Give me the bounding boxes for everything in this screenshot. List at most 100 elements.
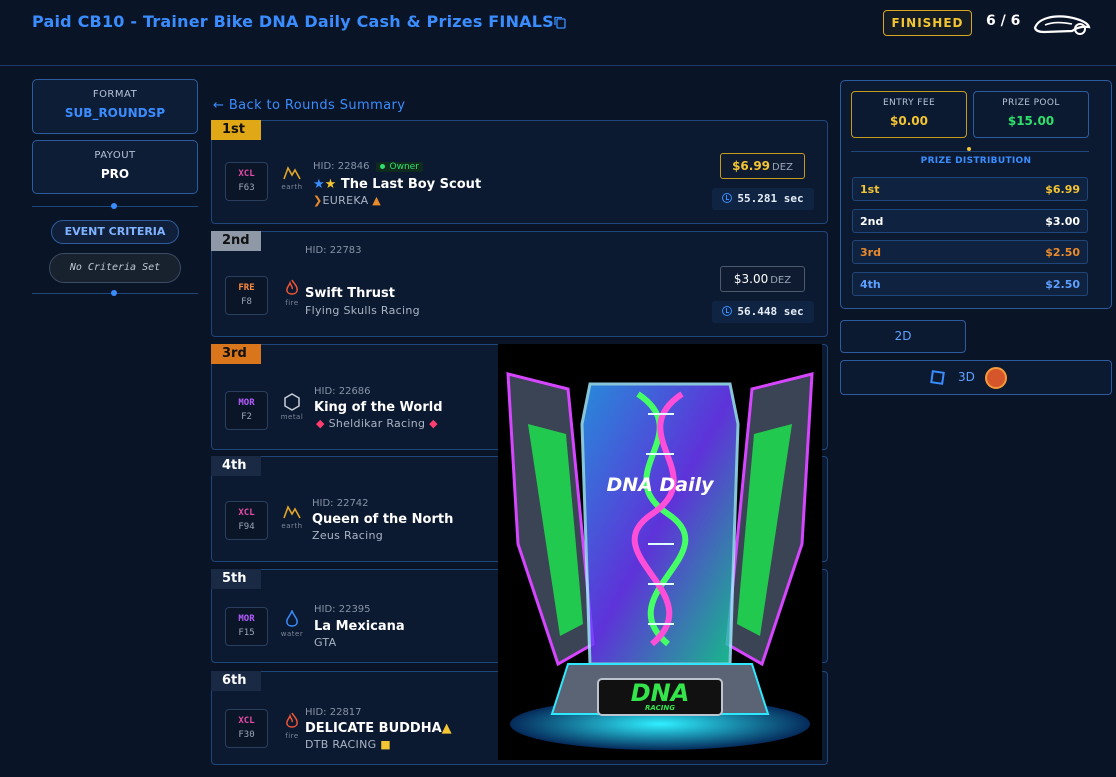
- entry-fee-box: ENTRY FEE $0.00: [851, 91, 967, 138]
- entry-fee-value: $0.00: [890, 114, 928, 128]
- payout-box: PAYOUT PRO: [32, 140, 198, 194]
- stable-name: ❯EUREKA ▲: [313, 194, 382, 207]
- sidebar: FORMAT SUB_ROUNDSP PAYOUT PRO EVENT CRIT…: [32, 79, 198, 307]
- avatar: [985, 367, 1007, 389]
- helmet-logo-icon: [1033, 15, 1091, 35]
- cube-icon: [930, 370, 945, 385]
- race-time: 56.448 sec: [712, 301, 814, 323]
- horse-id: HID: 22395: [314, 604, 371, 615]
- prize-row: 3rd $2.50: [852, 240, 1088, 264]
- class-label: XCL: [238, 716, 255, 726]
- camel-icon: ▲: [368, 194, 382, 207]
- fire-icon: [286, 279, 298, 295]
- format-badge: XCL F30: [225, 709, 268, 748]
- element-label: metal: [280, 413, 304, 421]
- place-tag: 6th: [211, 671, 261, 691]
- stable-name: Zeus Racing: [312, 529, 384, 542]
- fire-icon: [286, 712, 298, 728]
- divider: [32, 200, 198, 214]
- format-badge: XCL F94: [225, 501, 268, 540]
- prize-pool-label: PRIZE POOL: [1002, 98, 1060, 108]
- stable-name: DTB RACING ■: [305, 738, 391, 751]
- buddha-icon: ▲: [441, 721, 452, 736]
- star-icon: ★: [313, 177, 325, 192]
- prize-place: 3rd: [860, 246, 881, 259]
- dna-daily-trophy-image: DNA Daily DNA RACING: [498, 344, 822, 760]
- class-label: MOR: [238, 614, 255, 624]
- place-tag: 5th: [211, 569, 261, 589]
- grade-label: F30: [238, 730, 255, 740]
- horse-name[interactable]: King of the World: [314, 400, 443, 415]
- grade-label: F94: [238, 522, 255, 532]
- horse-id: HID: 22742: [312, 498, 369, 509]
- stable-name: Flying Skulls Racing: [305, 304, 420, 317]
- element-label: water: [280, 630, 304, 638]
- place-tag: 1st: [211, 120, 261, 140]
- prize-amount: $6.99: [1045, 183, 1080, 196]
- element-label: earth: [281, 522, 303, 530]
- horse-id: HID: 22686: [314, 386, 371, 397]
- format-badge: MOR F2: [225, 391, 268, 430]
- format-badge: FRE F8: [225, 276, 268, 315]
- horse-name[interactable]: Queen of the North: [312, 512, 453, 527]
- divider-dot: [967, 147, 971, 151]
- diamond-icon: ◆: [316, 417, 325, 430]
- view-3d-label: 3D: [958, 370, 975, 384]
- place-tag: 3rd: [211, 344, 261, 364]
- hand-icon: ■: [380, 738, 391, 751]
- earth-icon: [283, 166, 301, 180]
- horse-name[interactable]: La Mexicana: [314, 619, 405, 634]
- prize-row: 1st $6.99: [852, 177, 1088, 201]
- water-element: water: [279, 610, 305, 638]
- race-time: 55.281 sec: [712, 188, 814, 210]
- class-label: FRE: [238, 283, 255, 293]
- horse-name[interactable]: Swift Thrust: [305, 286, 395, 301]
- clock-icon: [722, 306, 733, 316]
- horse-name[interactable]: DELICATE BUDDHA▲: [305, 721, 452, 736]
- view-2d-button[interactable]: 2D: [840, 320, 966, 353]
- prize-distribution-title: PRIZE DISTRIBUTION: [920, 156, 1032, 166]
- horse-id: HID: 22846 Owner: [313, 161, 423, 172]
- place-tag: 4th: [211, 456, 261, 476]
- prize-place: 2nd: [860, 215, 884, 228]
- format-label: FORMAT: [92, 89, 138, 100]
- no-criteria-pill: No Criteria Set: [49, 253, 181, 283]
- prize-place: 4th: [860, 278, 881, 291]
- class-label: XCL: [238, 508, 255, 518]
- earth-icon: [283, 505, 301, 519]
- event-criteria-button[interactable]: EVENT CRITERIA: [51, 220, 179, 244]
- earth-element: earth: [279, 504, 305, 530]
- element-label: fire: [285, 732, 299, 740]
- diamond-icon: ◆: [429, 417, 438, 430]
- horse-name[interactable]: ★★ The Last Boy Scout: [313, 177, 481, 192]
- horse-id: HID: 22817: [305, 707, 362, 718]
- arrow-left-icon: ←: [213, 98, 225, 113]
- prize-row: 4th $2.50: [852, 272, 1088, 296]
- prize-amount: $3.00 DEZ: [720, 266, 805, 292]
- element-label: fire: [285, 299, 299, 307]
- entry-fee-label: ENTRY FEE: [882, 98, 936, 108]
- divider: [851, 151, 1089, 152]
- prize-amount: $3.00: [1045, 215, 1080, 228]
- result-card-2[interactable]: 2nd FRE F8 fire HID: 22783 Swift Thrust …: [211, 231, 828, 337]
- grade-label: F63: [238, 183, 255, 193]
- prize-amount: $2.50: [1045, 246, 1080, 259]
- place-tag: 2nd: [211, 231, 261, 251]
- divider: [32, 287, 198, 301]
- page-title: Paid CB10 - Trainer Bike DNA Daily Cash …: [32, 12, 554, 31]
- fire-element: fire: [279, 712, 305, 740]
- result-card-1[interactable]: 1st XCL F63 earth HID: 22846 Owner ★★ The…: [211, 120, 828, 224]
- grade-label: F15: [238, 628, 255, 638]
- back-to-rounds-link[interactable]: ← Back to Rounds Summary: [213, 98, 405, 113]
- element-label: earth: [281, 183, 303, 191]
- status-badge: FINISHED: [883, 10, 972, 36]
- metal-element: metal: [279, 393, 305, 421]
- view-3d-button[interactable]: 3D: [840, 360, 1112, 395]
- trophy-badge: DNA: [630, 679, 690, 707]
- prize-panel: ENTRY FEE $0.00 PRIZE POOL $15.00 PRIZE …: [840, 80, 1112, 309]
- format-badge: MOR F15: [225, 607, 268, 646]
- prize-amount: $6.99 DEZ: [720, 153, 805, 179]
- copy-icon[interactable]: [554, 16, 566, 29]
- clock-icon: [722, 193, 733, 203]
- stable-name: ◆ Sheldikar Racing ◆: [316, 417, 438, 430]
